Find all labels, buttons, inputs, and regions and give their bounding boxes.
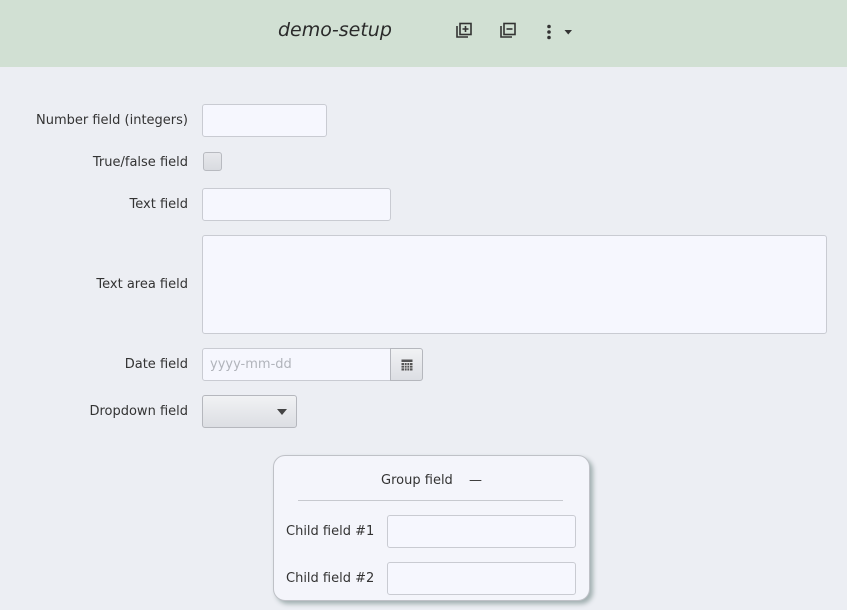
number-field-label: Number field (integers) bbox=[36, 113, 188, 128]
child-field-2-input[interactable] bbox=[388, 563, 575, 594]
date-field-label: Date field bbox=[124, 357, 188, 372]
textarea-field-label: Text area field bbox=[96, 277, 188, 292]
dropdown-caret-icon bbox=[564, 30, 572, 35]
dropdown-field-select[interactable] bbox=[202, 395, 297, 428]
collapse-all-icon[interactable] bbox=[499, 22, 517, 40]
child-field-1-input[interactable] bbox=[388, 516, 575, 547]
expand-all-icon[interactable] bbox=[455, 22, 473, 40]
truefalse-field-label: True/false field bbox=[92, 155, 188, 170]
child-field-2-box bbox=[387, 562, 576, 595]
group-divider bbox=[298, 500, 563, 501]
child-field-2-label: Child field #2 bbox=[286, 571, 375, 586]
app-header: demo-setup bbox=[0, 0, 847, 67]
number-field-input[interactable] bbox=[203, 105, 326, 136]
page-title: demo-setup bbox=[278, 19, 392, 41]
group-field-title: Group field bbox=[381, 473, 453, 488]
calendar-icon bbox=[401, 359, 413, 371]
child-field-1-box bbox=[387, 515, 576, 548]
text-field-box bbox=[202, 188, 391, 221]
truefalse-checkbox[interactable] bbox=[203, 152, 222, 171]
dropdown-field-label: Dropdown field bbox=[89, 404, 188, 419]
text-field-label: Text field bbox=[129, 197, 188, 212]
text-field-input[interactable] bbox=[203, 189, 390, 220]
group-field-panel: Group field — Child field #1 Child field… bbox=[273, 455, 590, 601]
textarea-field-box bbox=[202, 235, 827, 334]
chevron-down-icon bbox=[277, 409, 287, 415]
group-collapse-button[interactable]: — bbox=[469, 473, 482, 488]
number-field-box bbox=[202, 104, 327, 137]
textarea-field-input[interactable] bbox=[203, 236, 826, 333]
date-picker-button[interactable] bbox=[390, 348, 423, 381]
date-field-box bbox=[202, 348, 391, 381]
child-field-1-label: Child field #1 bbox=[286, 524, 375, 539]
date-field-input[interactable] bbox=[203, 349, 390, 380]
more-options-icon[interactable] bbox=[545, 24, 573, 40]
